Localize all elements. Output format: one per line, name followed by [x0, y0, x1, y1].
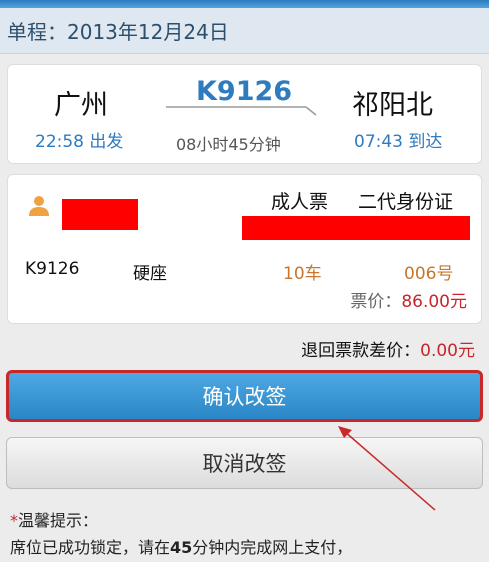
arrival-city: 祁阳北: [352, 90, 433, 121]
person-icon: [29, 196, 49, 216]
ticket-type: 成人票: [271, 191, 329, 213]
price-value: 86.00元: [401, 292, 467, 312]
tips-text-post: 分钟内完成网上支付，: [192, 538, 353, 557]
redacted-passenger-name: [62, 199, 138, 230]
tips-text-minutes: 45: [170, 538, 193, 557]
train-number: K9126: [196, 76, 293, 107]
ticket-price: 票价：86.00元: [350, 287, 467, 312]
trip-date-title: 单程：2013年12月24日: [7, 20, 229, 44]
ticket-train-number: K9126: [25, 259, 80, 279]
confirm-change-button[interactable]: 确认改签: [6, 370, 483, 422]
price-label: 票价：: [350, 292, 402, 312]
seat-number: 006号: [404, 264, 454, 284]
tips-text-pre: 席位已成功锁定，请在: [10, 538, 171, 557]
refund-difference: 退回票款差价：0.00元: [301, 336, 475, 361]
departure-time: 22:58 出发: [35, 132, 124, 152]
top-status-strip: [0, 0, 489, 8]
departure-city: 广州: [54, 90, 108, 121]
refund-label: 退回票款差价：: [301, 341, 421, 361]
cancel-change-label: 取消改签: [202, 452, 287, 476]
trip-duration: 08小时45分钟: [176, 135, 281, 154]
id-type: 二代身份证: [358, 191, 454, 213]
page-header: 单程：2013年12月24日: [0, 8, 489, 54]
seat-class: 硬座: [133, 264, 167, 284]
tips-text: 席位已成功锁定，请在45分钟内完成网上支付，: [10, 534, 352, 558]
tips-star: *: [10, 511, 18, 530]
refund-value: 0.00元: [420, 341, 475, 361]
coach-number: 10车: [283, 264, 322, 284]
confirm-change-label: 确认改签: [202, 385, 287, 409]
tips-title: 温馨提示：: [18, 511, 99, 530]
route-card: 广州 K9126 祁阳北 22:58 出发 08小时45分钟 07:43 到达: [7, 64, 482, 164]
cancel-change-button[interactable]: 取消改签: [6, 437, 483, 489]
tips-heading: *温馨提示：: [10, 507, 98, 531]
passenger-ticket-card: 成人票 二代身份证 K9126 硬座 10车 006号 票价：86.00元: [7, 174, 482, 324]
redacted-id-number: [242, 216, 470, 240]
arrow-right-icon: [166, 106, 317, 116]
arrival-time: 07:43 到达: [354, 132, 443, 152]
